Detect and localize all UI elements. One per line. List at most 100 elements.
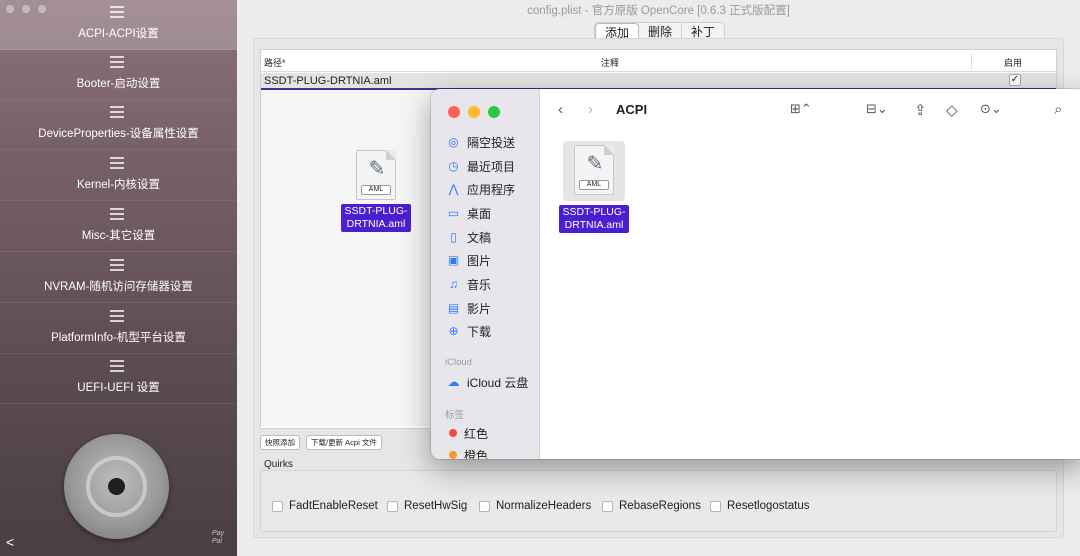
column-comment[interactable]: 注释 xyxy=(601,56,619,69)
quirk-label: FadtEnableReset xyxy=(289,500,378,512)
sidebar-item-label: 红色 xyxy=(464,426,489,441)
sidebar-item-downloads[interactable]: ⊕ 下载 xyxy=(447,321,491,341)
music-icon: ♫ xyxy=(449,277,458,291)
paypal-text: Pal xyxy=(212,538,223,545)
list-icon xyxy=(110,310,124,322)
forward-icon[interactable]: › xyxy=(588,101,593,118)
group-icon[interactable]: ⊟⌄ xyxy=(866,101,888,117)
sidebar-item-label: PlatformInfo-机型平台设置 xyxy=(51,332,186,344)
sidebar-item-label: ACPI-ACPI设置 xyxy=(78,28,159,40)
sidebar-item-movies[interactable]: ▤ 影片 xyxy=(447,298,491,318)
sidebar-item-acpi[interactable]: ACPI-ACPI设置 xyxy=(0,0,237,50)
quirk-fadtenablereset[interactable]: FadtEnableReset xyxy=(272,500,378,512)
sidebar: ACPI-ACPI设置 Booter-启动设置 DeviceProperties… xyxy=(0,0,237,556)
tag-icon[interactable]: ◇ xyxy=(946,101,958,119)
sidebar-item-misc[interactable]: Misc-其它设置 xyxy=(0,202,237,252)
row-path[interactable]: SSDT-PLUG-DRTNIA.aml xyxy=(264,75,392,87)
table-header: 路径* 注释 启用 xyxy=(261,50,1056,72)
paypal-logo[interactable]: Pay Pal xyxy=(212,530,224,546)
finder-sidebar: ◎ 隔空投送 ◷ 最近项目 ⋀ 应用程序 ▭ 桌面 ▯ 文稿 ▣ 图片 ♫ 音乐… xyxy=(431,89,540,459)
finder-toolbar: ‹ › ACPI ⊞⌃ ⊟⌄ ⇪ ◇ ⊙⌄ ⌕ xyxy=(540,89,1080,133)
list-icon xyxy=(110,360,124,372)
minimize-button[interactable] xyxy=(468,106,480,118)
back-icon[interactable]: ‹ xyxy=(558,101,563,118)
sidebar-item-tag-orange[interactable]: 橙色 xyxy=(447,445,488,459)
finder-window: ◎ 隔空投送 ◷ 最近项目 ⋀ 应用程序 ▭ 桌面 ▯ 文稿 ▣ 图片 ♫ 音乐… xyxy=(431,89,1080,459)
sidebar-item-label: 图片 xyxy=(467,253,492,268)
close-button[interactable] xyxy=(448,106,460,118)
sidebar-item-tag-red[interactable]: 红色 xyxy=(447,423,488,443)
sidebar-item-music[interactable]: ♫ 音乐 xyxy=(447,274,491,294)
downloads-icon: ⊕ xyxy=(448,324,459,338)
list-icon xyxy=(110,6,124,18)
checkbox[interactable] xyxy=(479,500,490,512)
sidebar-item-platforminfo[interactable]: PlatformInfo-机型平台设置 xyxy=(0,304,237,354)
checkbox[interactable] xyxy=(710,500,721,512)
sidebar-item-desktop[interactable]: ▭ 桌面 xyxy=(447,203,491,223)
list-icon xyxy=(110,259,124,271)
aml-file-icon: ✎ AML xyxy=(574,145,614,195)
table-row[interactable]: SSDT-PLUG-DRTNIA.aml ✓ xyxy=(261,73,1056,90)
list-icon xyxy=(110,56,124,68)
applications-icon: ⋀ xyxy=(448,182,459,196)
sidebar-item-airdrop[interactable]: ◎ 隔空投送 xyxy=(447,132,515,152)
sidebar-item-label: DeviceProperties-设备属性设置 xyxy=(38,128,199,140)
sidebar-item-recents[interactable]: ◷ 最近项目 xyxy=(447,156,515,176)
file-name: SSDT-PLUG- DRTNIA.aml xyxy=(559,205,629,233)
sidebar-item-booter[interactable]: Booter-启动设置 xyxy=(0,50,237,100)
sidebar-item-label: 桌面 xyxy=(467,206,492,221)
list-icon xyxy=(110,157,124,169)
sidebar-item-label: iCloud 云盘 xyxy=(467,375,529,390)
column-enabled[interactable]: 启用 xyxy=(1004,56,1022,69)
dragged-file[interactable]: ✎ AML SSDT-PLUG- DRTNIA.aml xyxy=(341,150,411,232)
row-enabled-checkbox[interactable]: ✓ xyxy=(1009,74,1021,86)
list-icon xyxy=(110,106,124,118)
sidebar-item-label: 音乐 xyxy=(467,277,492,292)
zoom-button[interactable] xyxy=(488,106,500,118)
quirk-resetlogostatus[interactable]: Resetlogostatus xyxy=(710,500,809,512)
file-type-badge: AML xyxy=(361,185,391,195)
window-controls xyxy=(448,106,500,118)
checkbox[interactable] xyxy=(272,500,283,512)
sidebar-item-label: Booter-启动设置 xyxy=(76,78,161,90)
sidebar-item-icloud-drive[interactable]: ☁ iCloud 云盘 xyxy=(447,372,529,392)
table-actions: 快照添加 下载/更新 Acpi 文件 xyxy=(260,435,382,450)
sidebar-item-label: Misc-其它设置 xyxy=(81,230,156,242)
sidebar-item-label: 下载 xyxy=(467,324,492,339)
share-icon[interactable]: < xyxy=(6,534,14,550)
sidebar-item-applications[interactable]: ⋀ 应用程序 xyxy=(447,179,515,199)
sidebar-item-nvram[interactable]: NVRAM-随机访问存储器设置 xyxy=(0,253,237,303)
desktop-icon: ▭ xyxy=(447,206,460,220)
sidebar-item-label: 文稿 xyxy=(467,230,492,245)
sidebar-item-label: 隔空投送 xyxy=(467,135,516,150)
column-path[interactable]: 路径* xyxy=(264,56,286,69)
sidebar-item-kernel[interactable]: Kernel-内核设置 xyxy=(0,151,237,201)
tag-dot-icon xyxy=(449,451,457,459)
quirk-label: RebaseRegions xyxy=(619,500,701,512)
sidebar-item-documents[interactable]: ▯ 文稿 xyxy=(447,227,491,247)
list-icon xyxy=(110,208,124,220)
disc-logo xyxy=(64,434,169,539)
sidebar-item-deviceproperties[interactable]: DeviceProperties-设备属性设置 xyxy=(0,100,237,150)
download-acpi-button[interactable]: 下载/更新 Acpi 文件 xyxy=(306,435,382,450)
view-grid-icon[interactable]: ⊞⌃ xyxy=(790,101,812,117)
pictures-icon: ▣ xyxy=(447,253,460,267)
snapshot-add-button[interactable]: 快照添加 xyxy=(260,435,300,450)
quirk-label: ResetHwSig xyxy=(404,500,468,512)
section-tags: 标签 xyxy=(445,410,465,421)
sidebar-item-uefi[interactable]: UEFI-UEFI 设置 xyxy=(0,354,237,404)
sidebar-item-label: Kernel-内核设置 xyxy=(76,179,161,191)
share-icon[interactable]: ⇪ xyxy=(914,101,927,119)
quirk-normalizeheaders[interactable]: NormalizeHeaders xyxy=(479,500,591,512)
finder-file-item[interactable]: ✎ AML SSDT-PLUG- DRTNIA.aml xyxy=(559,141,629,233)
tag-dot-icon xyxy=(449,429,457,437)
recents-icon: ◷ xyxy=(448,159,459,173)
quirk-rebaseregions[interactable]: RebaseRegions xyxy=(602,500,701,512)
sidebar-item-pictures[interactable]: ▣ 图片 xyxy=(447,250,491,270)
checkbox[interactable] xyxy=(602,500,613,512)
more-icon[interactable]: ⊙⌄ xyxy=(980,101,1002,117)
quirk-resethwsig[interactable]: ResetHwSig xyxy=(387,500,467,512)
movies-icon: ▤ xyxy=(447,301,460,315)
checkbox[interactable] xyxy=(387,500,398,512)
search-icon[interactable]: ⌕ xyxy=(1054,101,1062,118)
